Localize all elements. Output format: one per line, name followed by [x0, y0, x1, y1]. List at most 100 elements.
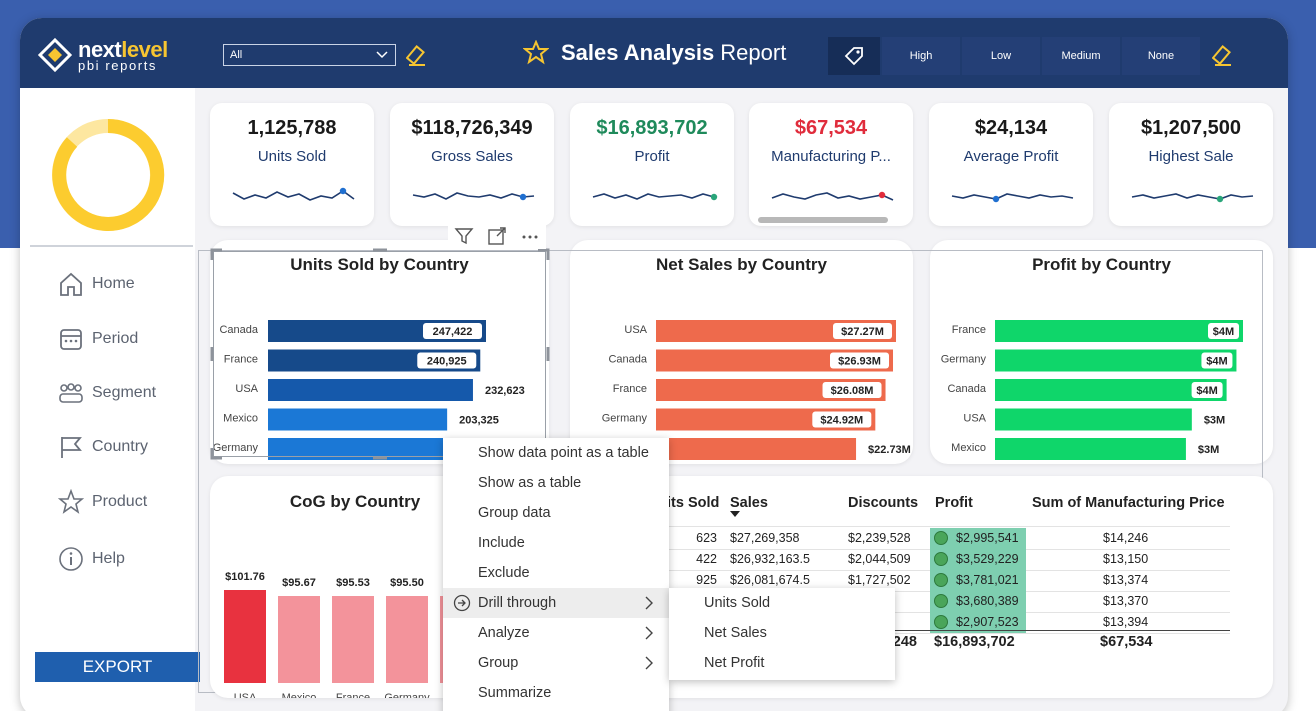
table-cell[interactable]: $27,269,358	[730, 531, 800, 545]
star-icon	[58, 489, 84, 514]
tag-icon	[844, 47, 863, 66]
sidebar-divider	[30, 245, 193, 247]
more-options-icon[interactable]	[520, 226, 540, 246]
table-cell[interactable]: $2,995,541	[956, 531, 1019, 545]
priority-button-high[interactable]: High	[882, 37, 960, 75]
sidebar-item-segment[interactable]: Segment	[58, 380, 156, 406]
table-column-header[interactable]: Sum of Manufacturing Price	[1032, 495, 1225, 511]
column[interactable]	[386, 596, 428, 683]
context-menu-item-label: Group	[478, 655, 519, 671]
kpi-card[interactable]: 1,125,788 Units Sold	[210, 103, 374, 226]
table-column-header[interactable]: its Sold	[667, 495, 719, 511]
table-cell[interactable]: $13,370	[1103, 594, 1148, 608]
sparkline-marker	[992, 195, 1000, 203]
table-cell[interactable]: $26,081,674.5	[730, 573, 810, 587]
kpi-status-dot-icon	[934, 552, 948, 566]
sidebar-item-label: Country	[92, 438, 149, 455]
priority-button-none[interactable]: None	[1122, 37, 1200, 75]
table-column-header[interactable]: Sales	[730, 495, 768, 511]
kpi-card[interactable]: $67,534 Manufacturing P...	[749, 103, 913, 226]
table-cell[interactable]: $2,044,509	[848, 552, 911, 566]
table-cell[interactable]: 623	[677, 531, 717, 545]
sidebar-item-label: Home	[92, 275, 135, 292]
filter-dropdown[interactable]: All	[223, 44, 396, 66]
kpi-value: 1,125,788	[247, 117, 337, 139]
table-cell[interactable]: $13,394	[1103, 615, 1148, 629]
kpi-sparkline	[1131, 193, 1254, 203]
sparkline-line	[412, 192, 535, 200]
kpi-value: $67,534	[794, 117, 868, 139]
table-cell[interactable]: $14,246	[1103, 531, 1148, 545]
logo-subtitle: pbi reports	[78, 57, 158, 73]
export-button[interactable]: EXPORT	[35, 652, 200, 682]
sparkline-line	[592, 193, 715, 200]
table-cell[interactable]: $3,781,021	[956, 573, 1019, 587]
table-cell[interactable]: $2,239,528	[848, 531, 911, 545]
chevron-right-icon	[645, 656, 653, 670]
context-menu-item[interactable]: Exclude	[443, 558, 669, 588]
sparkline-marker	[710, 193, 718, 201]
priority-button-low[interactable]: Low	[962, 37, 1040, 75]
context-menu-item-label: Summarize	[478, 685, 552, 701]
sparkline-line	[232, 190, 355, 201]
kpi-card[interactable]: $118,726,349 Gross Sales	[390, 103, 554, 226]
focus-mode-icon[interactable]	[487, 226, 507, 246]
context-menu-item-label: Group data	[478, 505, 551, 521]
priority-button-medium[interactable]: Medium	[1042, 37, 1120, 75]
drill-through-target[interactable]: Units Sold	[669, 588, 895, 618]
kpi-sparkline	[412, 192, 535, 201]
table-cell[interactable]: $13,374	[1103, 573, 1148, 587]
sidebar-item-period[interactable]: Period	[58, 326, 138, 352]
kpi-status-dot-icon	[934, 594, 948, 608]
context-menu-item[interactable]: Show as a table	[443, 468, 669, 498]
sidebar-item-country[interactable]: Country	[58, 434, 148, 460]
table-cell[interactable]: 422	[677, 552, 717, 566]
table-column-header[interactable]: Discounts	[848, 495, 918, 511]
column[interactable]	[224, 590, 266, 683]
resize-handles[interactable]	[210, 248, 550, 460]
table-cell[interactable]: $1,727,502	[848, 573, 911, 587]
table-cell[interactable]: 925	[677, 573, 717, 587]
context-menu-item-label: Drill through	[478, 595, 557, 611]
kpi-value: $24,134	[974, 117, 1048, 139]
tag-filter-button[interactable]	[828, 37, 880, 75]
chevron-right-icon	[645, 596, 653, 610]
sidebar-item-product[interactable]: Product	[58, 489, 147, 515]
context-menu-item[interactable]: Group	[443, 648, 669, 678]
kpi-card[interactable]: $16,893,702 Profit	[570, 103, 734, 226]
kpi-card[interactable]: $24,134 Average Profit	[929, 103, 1093, 226]
table-column-header[interactable]: Profit	[935, 495, 973, 511]
context-menu-item[interactable]: Include	[443, 528, 669, 558]
context-menu: Show data point as a table Show as a tabl…	[443, 438, 669, 711]
sidebar-item-help[interactable]: Help	[58, 546, 125, 572]
filter-icon[interactable]	[454, 226, 474, 246]
table-cell[interactable]: $13,150	[1103, 552, 1148, 566]
kpi-card[interactable]: $1,207,500 Highest Sale	[1109, 103, 1273, 226]
kpi-scrollbar[interactable]	[758, 217, 888, 223]
sidebar-item-label: Period	[92, 330, 139, 347]
drill-through-target[interactable]: Net Profit	[669, 648, 895, 678]
table-cell[interactable]: $3,680,389	[956, 594, 1019, 608]
drill-through-target[interactable]: Net Sales	[669, 618, 895, 648]
table-cell[interactable]: $26,932,163.5	[730, 552, 810, 566]
column[interactable]	[332, 596, 374, 683]
kpi-sparkline	[592, 193, 718, 201]
context-menu-item-label: Exclude	[478, 565, 530, 581]
context-menu-item[interactable]: Analyze	[443, 618, 669, 648]
table-cell[interactable]: $2,907,523	[956, 615, 1019, 629]
axis-tick-label: France	[336, 692, 370, 698]
sparkline-marker	[519, 193, 527, 201]
context-menu-item[interactable]: Group data	[443, 498, 669, 528]
table-cell[interactable]: $3,529,229	[956, 552, 1019, 566]
clear-filter-eraser-icon[interactable]	[406, 45, 428, 67]
clear-priority-eraser-icon[interactable]	[1212, 45, 1234, 67]
context-menu-item[interactable]: Show data point as a table	[443, 438, 669, 468]
context-menu-item[interactable]: Drill through	[443, 588, 669, 618]
table-total-cell: $67,534	[1100, 634, 1153, 650]
context-menu-item[interactable]: Summarize	[443, 678, 669, 708]
column[interactable]	[278, 596, 320, 683]
report-title-bold: Sales Analysis	[561, 40, 715, 65]
sidebar-item-home[interactable]: Home	[58, 271, 135, 297]
cog-column-chart[interactable]: $101.76 USA $95.67 Mexico $95.53 France $95.50…	[210, 476, 470, 698]
kpi-value: $1,207,500	[1140, 117, 1242, 139]
